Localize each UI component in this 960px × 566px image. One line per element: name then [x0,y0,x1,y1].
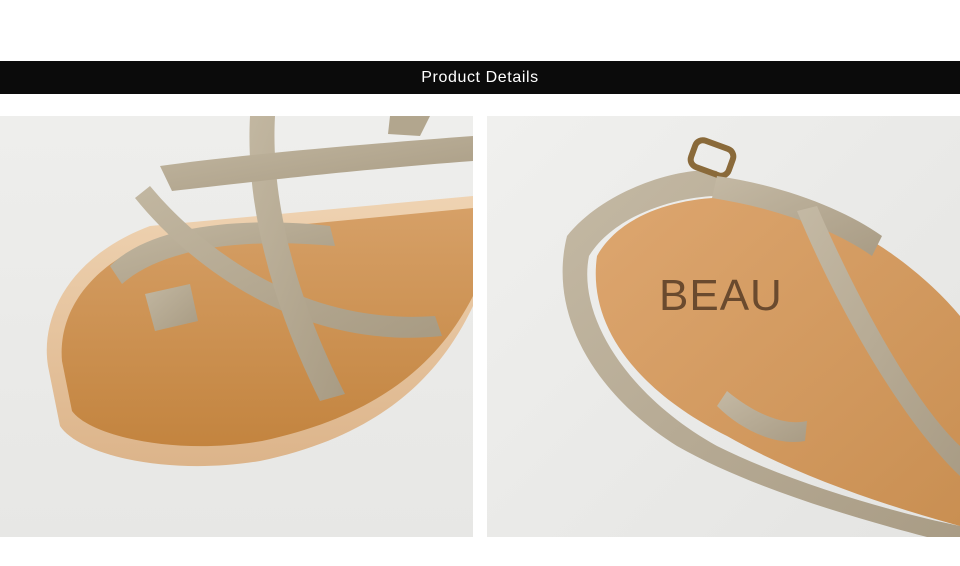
section-header-bar: Product Details [0,61,960,94]
product-photo-toe [0,116,473,537]
section-title: Product Details [421,68,539,86]
strap-4 [160,136,473,191]
sandal-toe-illustration [46,116,473,467]
product-photo-heel: BEAU [487,116,960,537]
strap-back [388,116,430,136]
brand-mark: BEAU [659,271,783,320]
sandal-heel-illustration: BEAU [562,137,960,537]
